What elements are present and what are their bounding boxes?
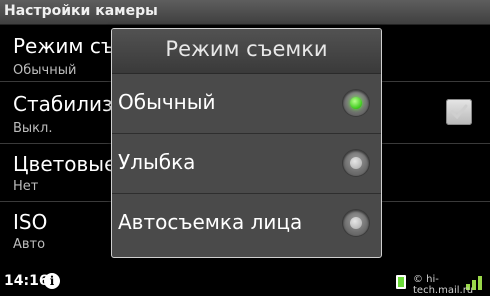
option-normal[interactable]: Обычный <box>112 74 381 133</box>
option-smile[interactable]: Улыбка <box>112 134 381 193</box>
info-icon[interactable]: i <box>44 273 60 289</box>
check-icon <box>450 104 468 120</box>
setting-value: Выкл. <box>13 121 53 136</box>
setting-value: Авто <box>13 237 46 252</box>
stabilization-checkbox[interactable] <box>446 99 472 125</box>
radio-button[interactable] <box>343 210 369 236</box>
screen-title: Настройки камеры <box>4 3 158 19</box>
shooting-mode-dialog: Режим съемки Обычный Улыбка Автосъемка л… <box>111 28 382 258</box>
option-label: Обычный <box>118 90 216 114</box>
setting-value: Нет <box>13 179 39 194</box>
option-label: Автосъемка лица <box>118 210 303 234</box>
setting-label: ISO <box>13 210 48 234</box>
dialog-header: Режим съемки <box>112 29 381 74</box>
dialog-title: Режим съемки <box>165 37 328 61</box>
radio-button-selected[interactable] <box>343 90 369 116</box>
clock: 14:16 <box>4 273 49 289</box>
option-auto-face[interactable]: Автосъемка лица <box>112 194 381 253</box>
option-label: Улыбка <box>118 150 196 174</box>
radio-button[interactable] <box>343 150 369 176</box>
setting-value: Обычный <box>13 63 77 78</box>
watermark: © hi-tech.mail.ru <box>413 274 474 296</box>
title-bar: Настройки камеры <box>0 0 490 25</box>
